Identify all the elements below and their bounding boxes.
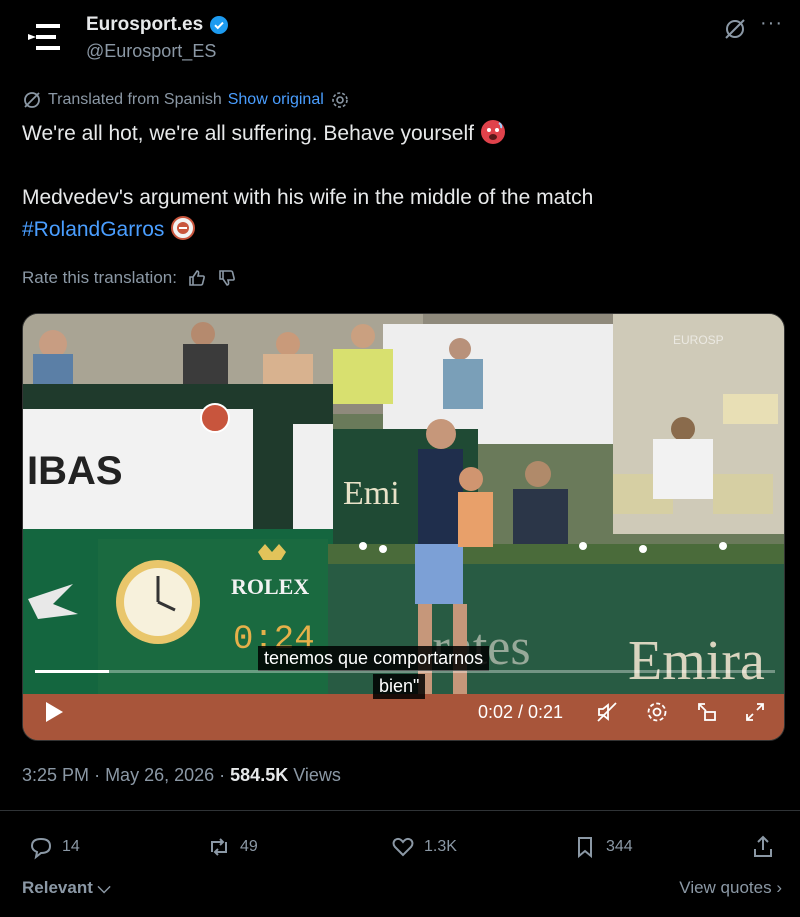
chevron-right-icon: › [771,878,782,897]
video-time: 0:02 / 0:21 [478,702,564,722]
views-label: Views [293,765,341,785]
show-original-link[interactable]: Show original [228,91,324,109]
thumbs-up-icon[interactable] [187,268,207,288]
sponsor-left-text: IBAS [27,449,123,493]
heart-icon [392,837,414,857]
translate-icon [24,92,40,108]
subtitle-line-1: tenemos que comportarnos [258,646,490,671]
view-quotes-link[interactable]: View quotes › [679,878,782,898]
repost-icon [211,838,227,856]
video-controls: 0:02 / 0:21 [23,694,784,730]
author-avatar[interactable] [22,14,68,60]
tweet-meta: 3:25 PM · May 26, 2026 · 584.5K Views [22,765,341,786]
translation-notice: Translated from Spanish Show original [22,90,350,110]
verified-badge-icon [210,16,229,34]
picture-in-picture-icon[interactable] [695,700,719,724]
tweet-line-1: We're all hot, we're all suffering. Beha… [22,118,762,150]
thumbs-down-icon[interactable] [217,268,237,288]
share-button[interactable] [750,834,776,860]
settings-gear-icon[interactable] [330,90,350,110]
sort-relevant-label: Relevant [22,878,93,897]
bookmark-count: 344 [606,838,633,855]
translated-label: Translated from Spanish [48,91,222,108]
repost-count: 49 [240,838,258,855]
author-name-row[interactable]: Eurosport.es [86,14,229,36]
more-options-icon[interactable]: ··· [760,13,786,40]
hot-face-emoji-icon [480,120,505,144]
video-progress-bar[interactable] [35,670,775,673]
tweet-line-2: Medvedev's argument with his wife in the… [22,186,594,209]
eurosport-logo-icon [22,14,68,60]
tweet-body: We're all hot, we're all suffering. Beha… [22,118,762,246]
tweet-date[interactable]: May 26, 2026 [105,765,214,785]
author-info: Eurosport.es @Eurosport_ES [86,14,229,62]
tweet-time[interactable]: 3:25 PM [22,765,89,785]
like-button[interactable]: 1.3K [390,834,457,860]
grok-icon[interactable] [722,16,748,42]
rolex-text: ROLEX [231,574,309,599]
views-count: 584.5K [230,765,289,785]
video-progress-fill [35,670,109,673]
play-icon[interactable] [43,700,65,724]
reply-icon [30,837,52,860]
view-quotes-label: View quotes [679,878,772,897]
meta-separator: · [219,765,231,785]
sort-relevant-dropdown[interactable]: Relevant ⌵ [22,878,110,898]
tweet-text-1: We're all hot, we're all suffering. Beha… [22,122,474,145]
rate-translation: Rate this translation: [22,268,237,288]
chevron-down-icon: ⌵ [92,878,111,897]
like-count: 1.3K [424,838,457,855]
divider [0,810,800,811]
fullscreen-icon[interactable] [743,700,767,724]
repost-button[interactable]: 49 [206,834,258,860]
bookmark-icon [578,837,592,859]
reply-button[interactable]: 14 [28,834,80,860]
reply-count: 14 [62,838,80,855]
author-handle[interactable]: @Eurosport_ES [86,41,229,62]
video-settings-icon[interactable] [645,700,669,724]
eurosport-watermark: EUROSP [673,333,724,347]
roland-garros-emoji-icon [171,216,196,240]
tweet-line-3: #RolandGarros [22,214,762,246]
share-icon [754,835,772,857]
replies-sort-row: Relevant ⌵ View quotes › [0,876,800,906]
meta-separator: · [94,765,106,785]
rate-label: Rate this translation: [22,268,177,287]
emirates-banner-text: Emira [628,630,765,692]
tweet-header: Eurosport.es @Eurosport_ES ··· [0,0,800,80]
emirates-small-text: Emi [343,475,400,512]
tweet-actions: 14 49 1.3K 344 [0,828,800,868]
author-display-name[interactable]: Eurosport.es [86,14,203,36]
hashtag-link[interactable]: #RolandGarros [22,218,164,241]
bookmark-button[interactable]: 344 [572,834,633,860]
video-player[interactable]: IBAS Emi ROLEX 0:24 irates Emira [22,313,785,741]
tweet-spacer [22,150,762,182]
mute-icon[interactable] [595,700,619,724]
